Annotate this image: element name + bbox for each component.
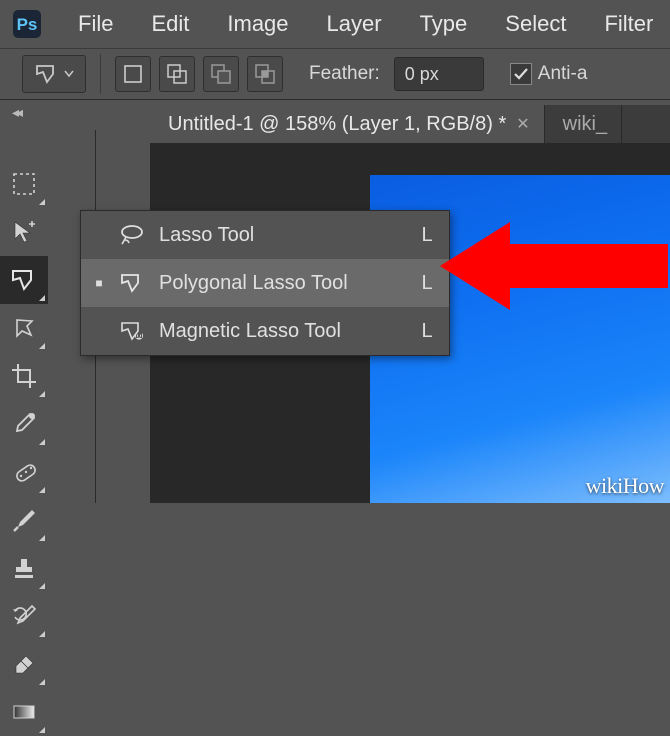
polygonal-lasso-icon [117, 268, 147, 298]
flyout-marker: ■ [93, 276, 105, 290]
tool-history-brush[interactable] [0, 592, 48, 640]
selection-intersect[interactable] [247, 56, 283, 92]
flyout-shortcut: L [417, 320, 437, 343]
flyout-polygonal-lasso[interactable]: ■ Polygonal Lasso Tool L [81, 259, 449, 307]
feather-label: Feather: [309, 63, 380, 85]
document-tab-inactive[interactable]: wiki_ [545, 105, 622, 143]
magnetic-lasso-icon [117, 316, 147, 346]
flyout-label: Polygonal Lasso Tool [159, 272, 405, 295]
tool-preset-picker[interactable] [22, 55, 86, 93]
tool-quick-select[interactable] [0, 304, 48, 352]
menu-image[interactable]: Image [223, 7, 292, 41]
flyout-shortcut: L [417, 224, 437, 247]
flyout-label: Magnetic Lasso Tool [159, 320, 405, 343]
panel-collapse[interactable]: ◂◂ [12, 104, 42, 124]
tool-eraser[interactable] [0, 640, 48, 688]
tool-marquee[interactable] [0, 160, 48, 208]
antialias-checkbox[interactable] [510, 63, 532, 85]
menu-layer[interactable]: Layer [323, 7, 386, 41]
app-logo: Ps [10, 7, 44, 41]
selection-subtract[interactable] [203, 56, 239, 92]
menu-type[interactable]: Type [416, 7, 472, 41]
flyout-magnetic-lasso[interactable]: Magnetic Lasso Tool L [81, 307, 449, 355]
antialias-label: Anti-a [538, 63, 588, 85]
tool-brush[interactable] [0, 496, 48, 544]
lasso-icon [117, 220, 147, 250]
menu-file[interactable]: File [74, 7, 117, 41]
menu-edit[interactable]: Edit [147, 7, 193, 41]
tool-healing[interactable] [0, 448, 48, 496]
flyout-lasso[interactable]: Lasso Tool L [81, 211, 449, 259]
menu-select[interactable]: Select [501, 7, 570, 41]
selection-add[interactable] [159, 56, 195, 92]
flyout-label: Lasso Tool [159, 224, 405, 247]
callout-arrow [440, 216, 670, 321]
selection-new[interactable] [115, 56, 151, 92]
tool-eyedropper[interactable] [0, 400, 48, 448]
tool-crop[interactable] [0, 352, 48, 400]
svg-text:Ps: Ps [17, 15, 38, 34]
tool-lasso[interactable] [0, 256, 48, 304]
tool-move[interactable] [0, 208, 48, 256]
watermark: wikiHow [586, 473, 664, 499]
tab-title: Untitled-1 @ 158% (Layer 1, RGB/8) * [168, 113, 506, 136]
tool-gradient[interactable] [0, 688, 48, 736]
tab-title: wiki_ [563, 113, 607, 136]
tool-stamp[interactable] [0, 544, 48, 592]
document-tab-active[interactable]: Untitled-1 @ 158% (Layer 1, RGB/8) * ✕ [150, 105, 545, 143]
menu-filter[interactable]: Filter [600, 7, 657, 41]
lasso-flyout: Lasso Tool L ■ Polygonal Lasso Tool L Ma… [80, 210, 450, 356]
flyout-shortcut: L [417, 272, 437, 295]
close-icon[interactable]: ✕ [516, 114, 529, 134]
feather-input[interactable] [394, 57, 484, 91]
